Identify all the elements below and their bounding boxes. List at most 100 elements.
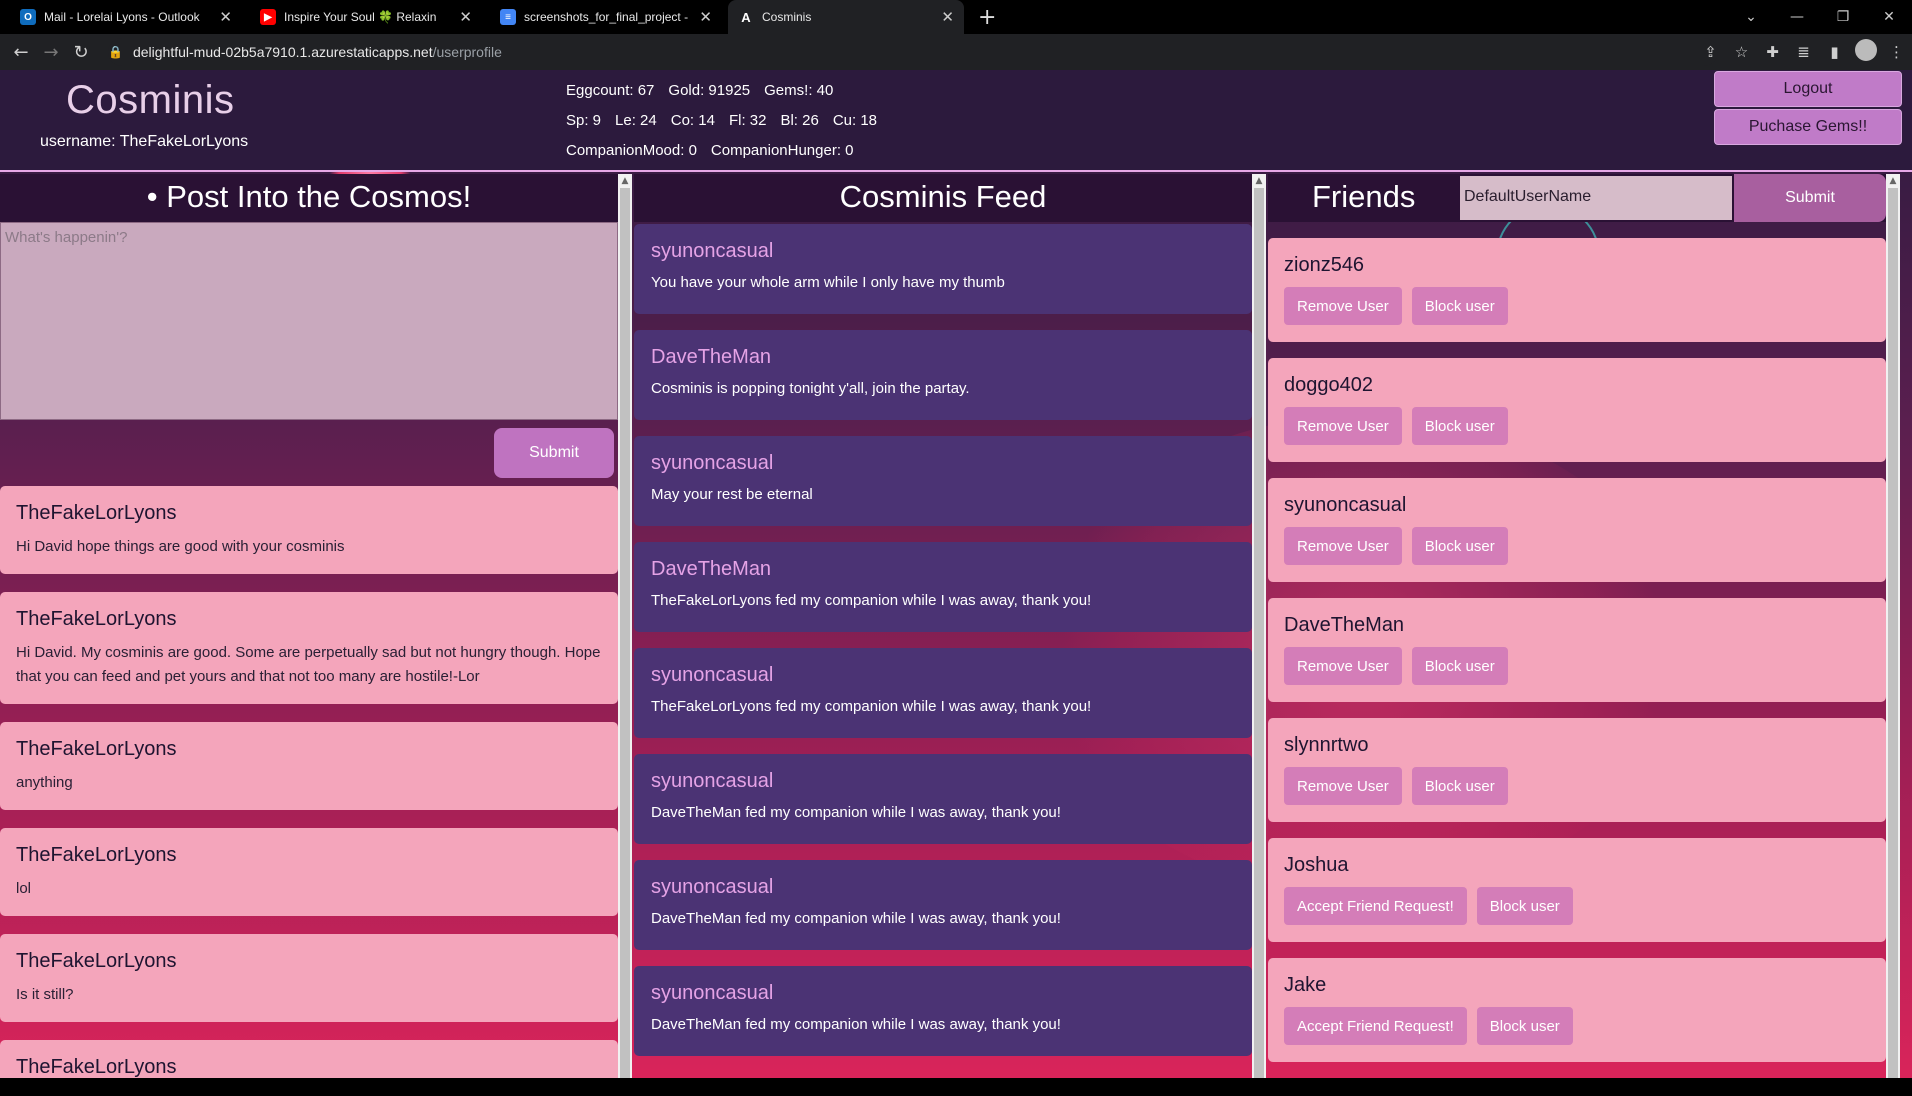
feed-text: TheFakeLorLyons fed my companion while I…	[651, 698, 1092, 715]
close-icon[interactable]: ✕	[699, 8, 712, 26]
minimize-icon[interactable]: —	[1774, 9, 1820, 25]
list-item: DaveTheMan TheFakeLorLyons fed my compan…	[634, 542, 1252, 632]
block-user-button[interactable]: Block user	[1411, 407, 1508, 445]
friend-name[interactable]: doggo402	[1284, 374, 1870, 397]
friend-name[interactable]: Jake	[1284, 974, 1870, 997]
lock-icon: 🔒	[108, 45, 123, 59]
post-author[interactable]: TheFakeLorLyons	[16, 608, 602, 631]
friend-submit-button[interactable]: Submit	[1734, 174, 1886, 222]
tab-outlook[interactable]: O Mail - Lorelai Lyons - Outlook ✕	[10, 0, 242, 34]
feed-text: DaveTheMan fed my companion while I was …	[651, 1016, 1061, 1033]
block-user-button[interactable]: Block user	[1476, 887, 1573, 925]
media-icon[interactable]: ≣	[1788, 43, 1819, 61]
feed-author[interactable]: syunoncasual	[651, 664, 1235, 687]
remove-user-button[interactable]: Remove User	[1284, 527, 1402, 565]
friend-name[interactable]: slynnrtwo	[1284, 734, 1870, 757]
scroll-up-icon[interactable]: ▲	[1886, 174, 1900, 188]
close-icon[interactable]: ✕	[941, 8, 954, 26]
post-author[interactable]: TheFakeLorLyons	[16, 738, 602, 761]
restore-icon[interactable]: ❐	[1820, 9, 1866, 25]
scroll-thumb[interactable]	[620, 188, 630, 1078]
remove-user-button[interactable]: Remove User	[1284, 407, 1402, 445]
logout-button[interactable]: Logout	[1714, 71, 1902, 107]
stat-fl: Fl: 32	[728, 112, 767, 129]
close-icon[interactable]: ✕	[459, 8, 472, 26]
feed-text: DaveTheMan fed my companion while I was …	[651, 910, 1061, 927]
feed-author[interactable]: DaveTheMan	[651, 558, 1235, 581]
star-icon[interactable]: ☆	[1726, 43, 1757, 61]
tab-title: Mail - Lorelai Lyons - Outlook	[44, 10, 200, 24]
new-tab-icon[interactable]: +	[978, 5, 996, 30]
scroll-up-icon[interactable]: ▲	[618, 174, 632, 188]
friend-name[interactable]: Joshua	[1284, 854, 1870, 877]
remove-user-button[interactable]: Remove User	[1284, 767, 1402, 805]
feed-author[interactable]: syunoncasual	[651, 770, 1235, 793]
stat-co: Co: 14	[670, 112, 715, 129]
remove-user-button[interactable]: Remove User	[1284, 647, 1402, 685]
share-icon[interactable]: ⇪	[1695, 43, 1726, 61]
chevron-down-icon[interactable]: ⌄	[1728, 9, 1774, 25]
block-user-button[interactable]: Block user	[1411, 287, 1508, 325]
accept-friend-button[interactable]: Accept Friend Request!	[1284, 887, 1467, 925]
feed-author[interactable]: syunoncasual	[651, 982, 1235, 1005]
url-path: /userprofile	[432, 44, 502, 60]
close-icon[interactable]: ✕	[219, 8, 232, 26]
profile-avatar[interactable]	[1850, 39, 1881, 65]
list-item: syunoncasual DaveTheMan fed my companion…	[634, 860, 1252, 950]
sidepanel-icon[interactable]: ▮	[1819, 43, 1850, 61]
tab-docs[interactable]: ≡ screenshots_for_final_project - G ✕	[490, 0, 722, 34]
post-text: Hi David hope things are good with your …	[16, 538, 345, 555]
purchase-gems-button[interactable]: Puchase Gems!!	[1714, 109, 1902, 145]
stat-cu: Cu: 18	[832, 112, 878, 129]
docs-icon: ≡	[500, 9, 516, 25]
post-author[interactable]: TheFakeLorLyons	[16, 844, 602, 867]
feed-author[interactable]: syunoncasual	[651, 876, 1235, 899]
friends-scrollbar[interactable]: ▲	[1886, 174, 1900, 1078]
back-icon[interactable]: ←	[6, 42, 36, 63]
username-label: username: TheFakeLorLyons	[40, 133, 249, 150]
extensions-icon[interactable]: ✚	[1757, 43, 1788, 61]
list-item: syunoncasual DaveTheMan fed my companion…	[634, 754, 1252, 844]
scroll-thumb[interactable]	[1254, 188, 1264, 1078]
block-user-button[interactable]: Block user	[1411, 527, 1508, 565]
forward-icon[interactable]: →	[36, 42, 66, 63]
post-author[interactable]: TheFakeLorLyons	[16, 950, 602, 973]
scroll-up-icon[interactable]: ▲	[1252, 174, 1266, 188]
feed-scrollbar[interactable]: ▲	[1252, 174, 1266, 1078]
list-item: syunoncasual TheFakeLorLyons fed my comp…	[634, 648, 1252, 738]
tab-cosminis[interactable]: A Cosminis ✕	[728, 0, 964, 34]
feed-column: Cosminis Feed syunoncasual You have your…	[634, 174, 1252, 1078]
url-host: delightful-mud-02b5a7910.1.azurestaticap…	[132, 44, 433, 60]
scroll-thumb[interactable]	[1888, 188, 1898, 1078]
page-header: Cosminis username: TheFakeLorLyons Eggco…	[0, 70, 1912, 172]
block-user-button[interactable]: Block user	[1476, 1007, 1573, 1045]
friend-name[interactable]: DaveTheMan	[1284, 614, 1870, 637]
reload-icon[interactable]: ↻	[66, 42, 96, 63]
accept-friend-button[interactable]: Accept Friend Request!	[1284, 1007, 1467, 1045]
post-textarea[interactable]: What's happenin'?	[0, 222, 618, 420]
friend-name[interactable]: zionz546	[1284, 254, 1870, 277]
feed-author[interactable]: syunoncasual	[651, 240, 1235, 263]
close-window-icon[interactable]: ✕	[1866, 9, 1912, 25]
post-scrollbar[interactable]: ▲	[618, 174, 632, 1078]
block-user-button[interactable]: Block user	[1411, 647, 1508, 685]
post-text: lol	[16, 880, 32, 897]
logo[interactable]: Cosminis	[66, 78, 234, 123]
post-author[interactable]: TheFakeLorLyons	[16, 502, 602, 525]
list-item: TheFakeLorLyons anything	[0, 722, 618, 810]
tab-youtube[interactable]: ▶ Inspire Your Soul 🍀 Relaxin ✕	[250, 0, 482, 34]
feed-author[interactable]: DaveTheMan	[651, 346, 1235, 369]
list-item: syunoncasual You have your whole arm whi…	[634, 224, 1252, 314]
post-submit-button[interactable]: Submit	[494, 428, 614, 478]
list-item: Jake Accept Friend Request! Block user	[1268, 958, 1886, 1062]
post-author[interactable]: TheFakeLorLyons	[16, 1056, 602, 1078]
friends-column: Friends DefaultUserName Submit zionz546 …	[1268, 174, 1886, 1078]
menu-icon[interactable]: ⋮	[1881, 43, 1912, 61]
url-field[interactable]: 🔒 delightful-mud-02b5a7910.1.azurestatic…	[108, 38, 1718, 66]
remove-user-button[interactable]: Remove User	[1284, 287, 1402, 325]
feed-author[interactable]: syunoncasual	[651, 452, 1235, 475]
friend-username-input[interactable]: DefaultUserName	[1460, 176, 1732, 220]
friend-name[interactable]: syunoncasual	[1284, 494, 1870, 517]
stats-panel: Eggcount: 67 Gold: 91925 Gems!: 40 Sp: 9 Le…	[566, 76, 891, 166]
block-user-button[interactable]: Block user	[1411, 767, 1508, 805]
